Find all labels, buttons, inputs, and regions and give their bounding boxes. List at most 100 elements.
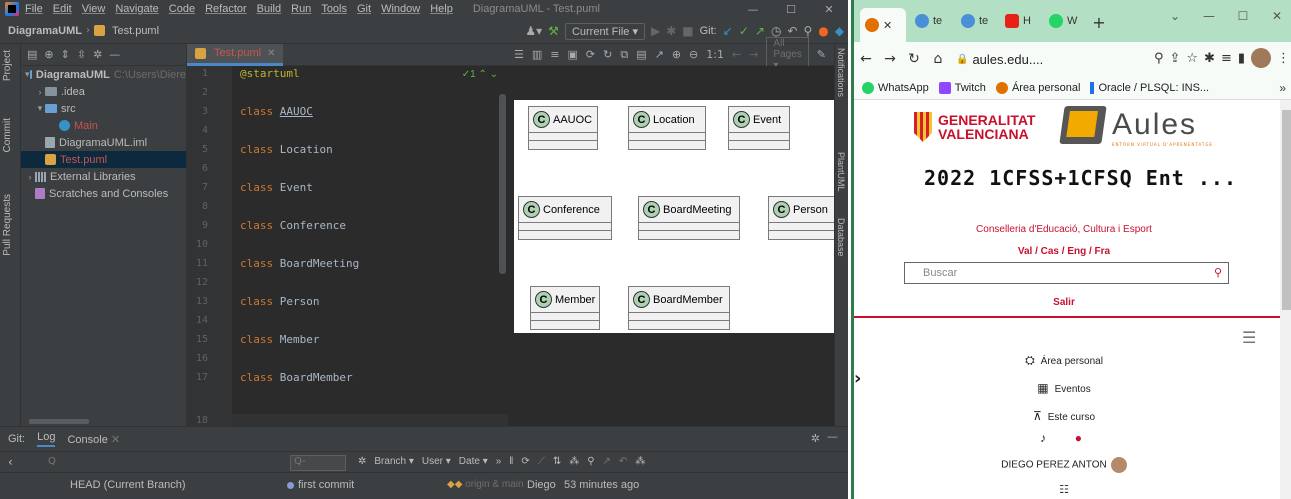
hide-icon[interactable]: — [827,430,838,443]
conselleria-link[interactable]: Conselleria d'Educació, Cultura i Esport [854,224,1274,235]
tree-item-idea[interactable]: › .idea [21,83,186,100]
branch-search-input[interactable]: Q [48,456,278,471]
zoom-actual-icon[interactable]: 1:1 [706,48,724,61]
pause-icon[interactable]: ‖ [509,456,513,467]
menu-window[interactable]: Window [381,3,420,15]
uml-class-member[interactable]: C Member [530,286,600,330]
tree-item-project-root[interactable]: ▾ DiagramaUML C:\Users\Diere [21,66,186,83]
menu-eventos[interactable]: ▦ Eventos [854,381,1274,395]
hide-icon[interactable]: — [109,48,120,61]
rollback-icon[interactable]: ↶ [787,24,797,38]
tree-item-src[interactable]: ▾ src [21,100,186,117]
hamburger-menu-icon[interactable]: ☰ [1242,328,1256,347]
bookmark-whatsapp[interactable]: WhatsApp [862,81,929,94]
history-icon[interactable]: ◷ [771,24,781,38]
bookmark-star-icon[interactable]: ☆ [1186,51,1198,66]
page-scrollbar-thumb[interactable] [1282,110,1291,310]
gear-icon[interactable]: ✲ [93,48,102,61]
maximize-icon[interactable]: ☐ [772,0,810,18]
zoom-in-icon[interactable]: ⊕ [672,48,681,61]
commit-search-input[interactable]: Q- [290,455,346,471]
stop-icon[interactable]: ■ [682,24,693,38]
generalitat-logo[interactable]: GENERALITAT VALENCIANA [914,112,1035,142]
menu-navigate[interactable]: Navigate [115,3,158,15]
drawer-toggle-icon[interactable]: ☷ [854,483,1274,496]
graph-icon[interactable]: ⁂ [569,456,579,467]
aules-logo[interactable]: Aules [1059,106,1197,144]
gear-icon[interactable]: ✲ [811,432,820,445]
tree-item-external-libraries[interactable]: › External Libraries [21,168,186,185]
tab-test-puml[interactable]: Test.puml ✕ [187,43,284,66]
close-icon[interactable]: ✕ [810,0,848,18]
tree-item-test-puml[interactable]: Test.puml [21,151,186,168]
uml-class-event[interactable]: C Event [728,106,790,150]
browser-menu-icon[interactable]: ⋮ [1277,51,1290,66]
reload-icon[interactable]: ↻ [902,51,926,67]
zoom-search-icon[interactable]: ⚲ [1154,51,1164,66]
menu-refactor[interactable]: Refactor [205,3,247,15]
chevron-down-icon[interactable]: ⌄ [1158,0,1192,32]
next-page-icon[interactable]: → [749,48,758,61]
inspection-widget[interactable]: ✓1 ⌃ ⌄ [462,69,498,80]
reading-list-icon[interactable]: ≡ [1221,51,1232,66]
jetbrains-icon[interactable]: ◆ [835,24,844,38]
tab-console[interactable]: Console ✕ [67,433,120,446]
debug-icon[interactable]: ✱ [666,24,676,38]
expand-icon[interactable]: ⇕ [61,48,70,61]
minimize-icon[interactable]: — [1192,0,1226,32]
run-config-select[interactable]: Current File ▾ [564,22,645,40]
back-arrow-icon[interactable]: ← [854,51,878,67]
bookmark-twitch[interactable]: Twitch [938,81,986,94]
menu-tools[interactable]: Tools [321,3,347,15]
filter-branch[interactable]: Branch ▾ [374,456,413,467]
browser-tab-whatsapp[interactable]: W [1044,8,1082,34]
filter-settings-icon[interactable]: ✲ [358,456,366,467]
menu-run[interactable]: Run [291,3,311,15]
layout-editor-icon[interactable]: ☰ [514,48,524,61]
maximize-icon[interactable]: ☐ [1226,0,1260,32]
refresh-icon[interactable]: ⟳ [586,48,595,61]
close-tab-icon[interactable]: ✕ [883,19,892,32]
search-icon[interactable]: ⚲ [803,24,812,38]
search-icon[interactable]: ⚲ [587,456,594,467]
breadcrumb-file[interactable]: Test.puml [93,25,159,37]
language-links[interactable]: Val / Cas / Eng / Fra [854,246,1274,257]
build-hammer-icon[interactable]: ⚒ [548,24,559,38]
head-branch-label[interactable]: HEAD (Current Branch) [70,479,186,491]
chat-bubble-icon[interactable]: ● [1075,431,1082,445]
user-menu[interactable]: DIEGO PEREZ ANTON [854,457,1274,473]
close-icon[interactable]: ✕ [1260,0,1291,32]
bookmark-area-personal[interactable]: Área personal [995,81,1080,94]
locate-icon[interactable]: ⊕ [44,48,53,61]
uml-class-boardmeeting[interactable]: C BoardMeeting [638,196,740,240]
copy-icon[interactable]: ⧉ [620,48,628,62]
code-editor[interactable]: ✓1 ⌃ ⌄ @startuml class AAUOC class Locat… [232,66,508,427]
layout-split-icon[interactable]: ▥ [532,48,542,61]
uml-class-location[interactable]: C Location [628,106,706,150]
filter-user[interactable]: User ▾ [422,456,451,467]
git-push-icon[interactable]: ↗ [755,24,765,38]
user-icon[interactable]: ♟▾ [525,24,542,38]
filter-date[interactable]: Date ▾ [459,456,488,467]
search-icon[interactable]: ⚲ [1214,266,1222,279]
bookmark-oracle[interactable]: Oracle / PLSQL: INS... [1090,81,1209,94]
editor-scrollbar[interactable] [499,94,506,274]
tab-log[interactable]: Log [37,431,56,447]
uml-class-aauoc[interactable]: C AAUOC [528,106,598,150]
more-icon[interactable]: » [496,456,502,467]
menu-help[interactable]: Help [430,3,453,15]
uml-class-conference[interactable]: C Conference [518,196,612,240]
cherry-pick-icon[interactable]: ⟋ [538,456,545,467]
notifications-tool-tab[interactable]: Notifications [836,48,846,97]
commit-message[interactable]: first commit [287,479,354,491]
bell-icon[interactable]: ♪ [1040,431,1046,445]
breadcrumb-project[interactable]: DiagramaUML [8,25,82,37]
save-icon[interactable]: ▤ [636,48,646,61]
menu-build[interactable]: Build [257,3,281,15]
zoom-out-icon[interactable]: ⊖ [689,48,698,61]
sync-icon[interactable]: ↻ [603,48,612,61]
updates-icon[interactable]: ● [818,24,828,38]
commit-tool-tab[interactable]: Commit [2,118,13,152]
run-icon[interactable]: ▶ [651,24,660,38]
plantuml-tool-tab[interactable]: PlantUML [836,152,846,192]
